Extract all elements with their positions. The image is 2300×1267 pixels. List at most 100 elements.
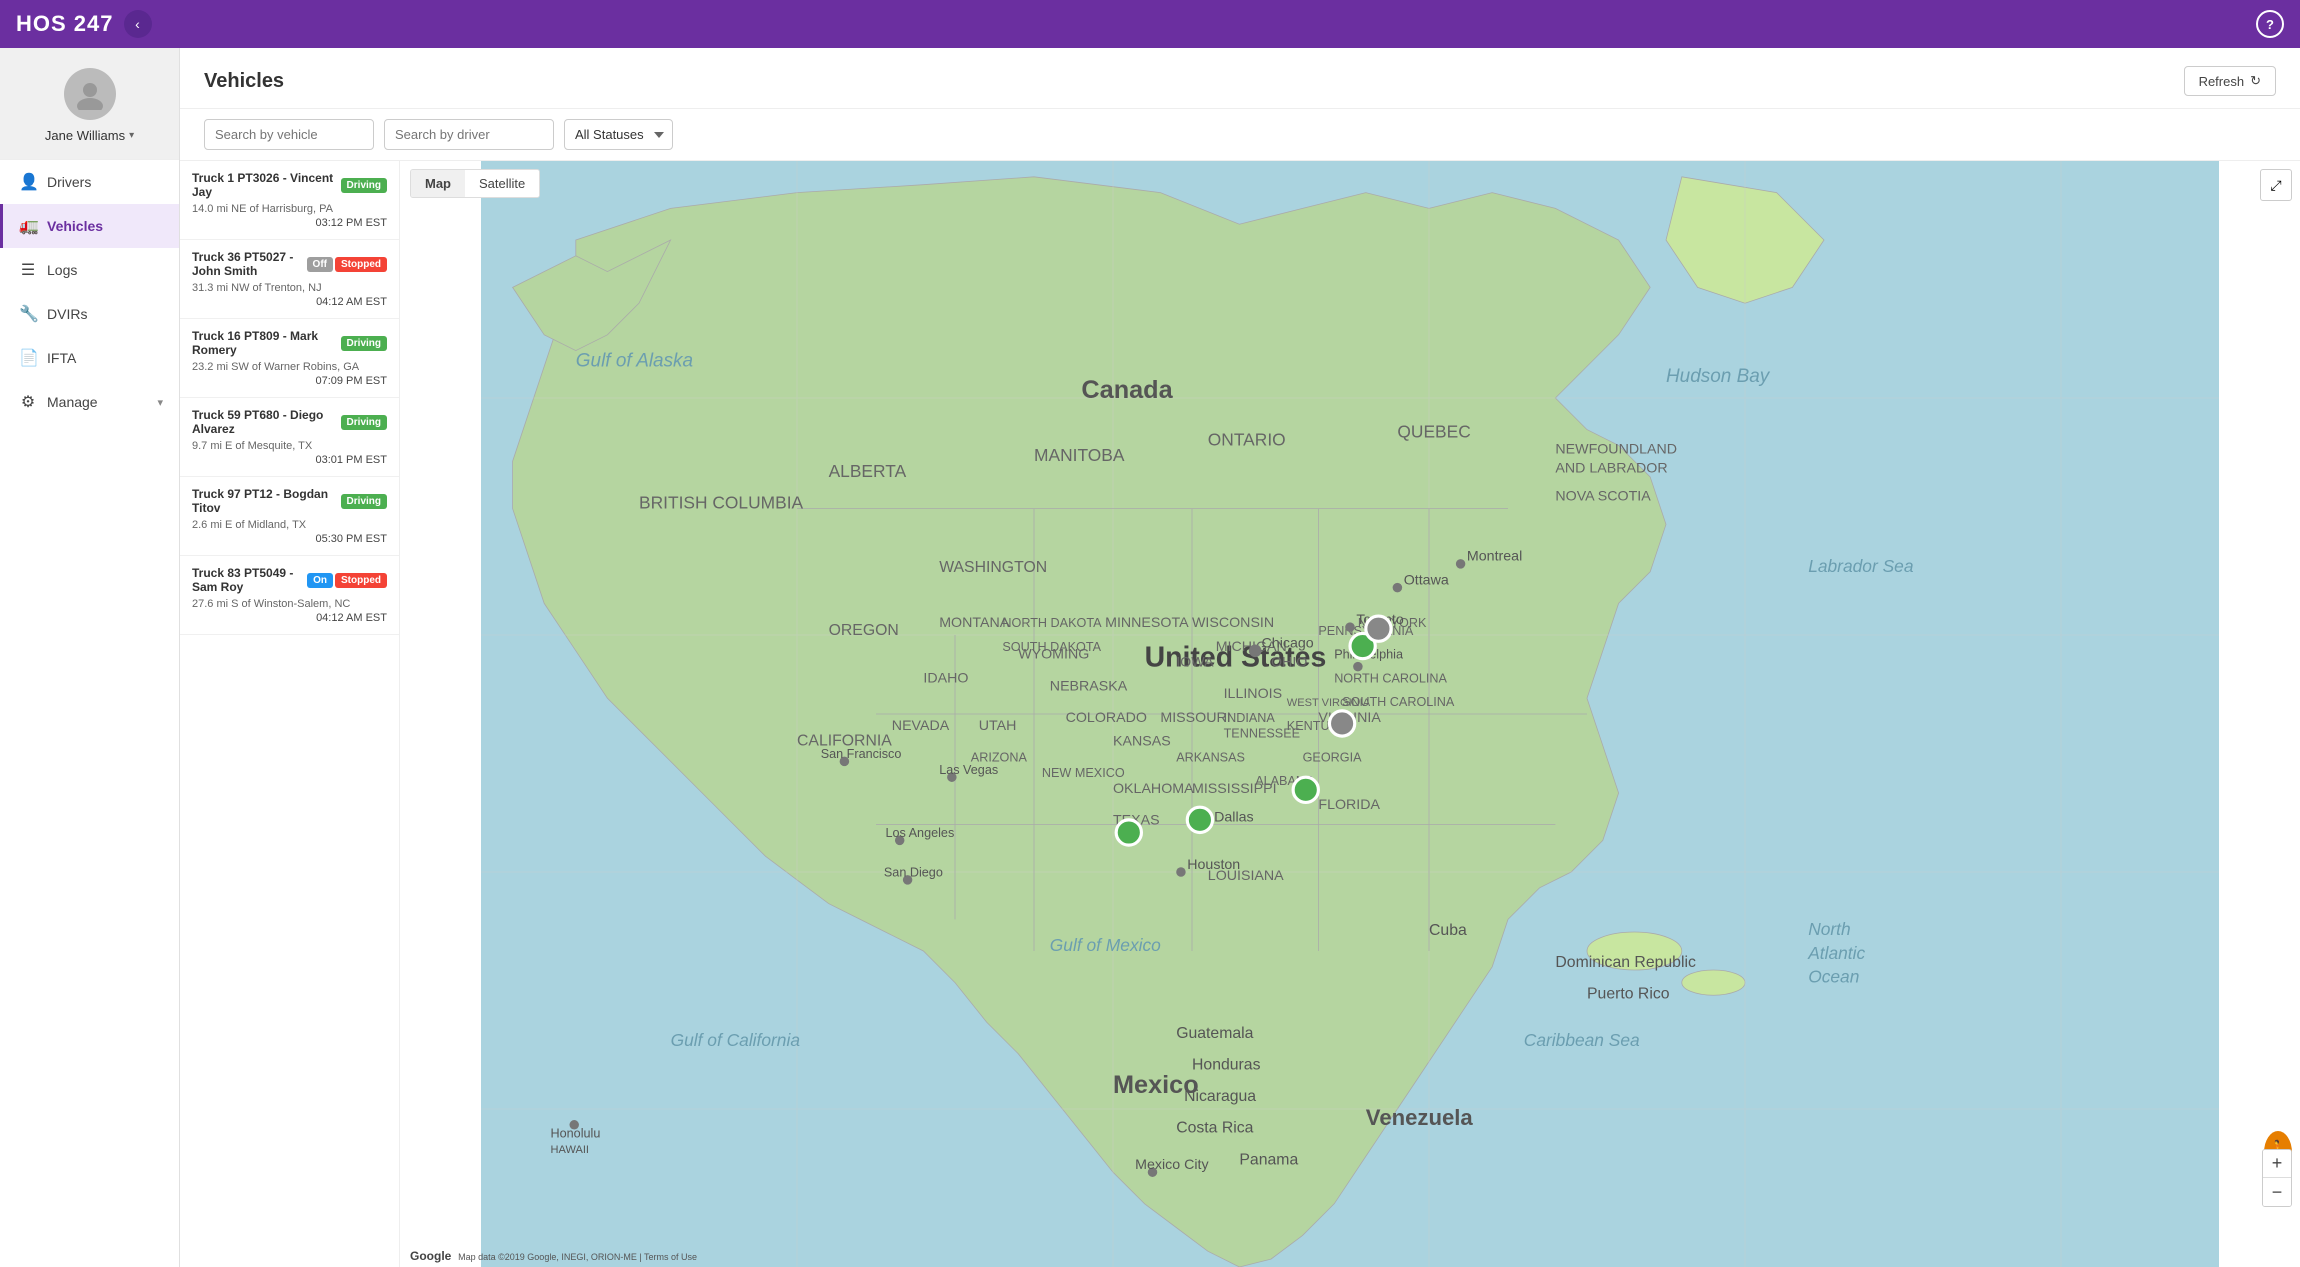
svg-text:Guatemala: Guatemala	[1176, 1025, 1253, 1042]
sidebar-item-vehicles[interactable]: 🚛 Vehicles	[0, 204, 179, 248]
vehicle-marker-2[interactable]	[1366, 616, 1391, 641]
svg-text:Caribbean Sea: Caribbean Sea	[1524, 1030, 1640, 1050]
sidebar-item-logs[interactable]: ☰ Logs	[0, 248, 179, 292]
svg-text:Gulf of California: Gulf of California	[671, 1030, 801, 1050]
help-button[interactable]: ?	[2256, 10, 2284, 38]
map-container: Canada United States Mexico BRITISH COLU…	[400, 161, 2300, 1267]
svg-text:IDAHO: IDAHO	[923, 670, 968, 686]
svg-text:Panama: Panama	[1239, 1151, 1298, 1168]
toronto-dot	[1345, 622, 1354, 631]
svg-text:ALBERTA: ALBERTA	[829, 461, 907, 481]
vehicles-icon: 🚛	[19, 216, 37, 236]
status-filter-select[interactable]: All Statuses Driving Off Duty Stopped On…	[564, 119, 673, 150]
svg-text:NEBRASKA: NEBRASKA	[1050, 678, 1128, 694]
svg-text:MINNESOTA: MINNESOTA	[1105, 615, 1189, 631]
table-row[interactable]: Truck 83 PT5049 - Sam Roy On Stopped 27.…	[180, 556, 399, 635]
sidebar-item-label-ifta: IFTA	[47, 350, 76, 366]
search-driver-input[interactable]	[384, 119, 554, 150]
content-header: Vehicles Refresh ↻	[180, 48, 2300, 109]
table-row[interactable]: Truck 36 PT5027 - John Smith Off Stopped…	[180, 240, 399, 319]
svg-text:ILLINOIS: ILLINOIS	[1224, 686, 1282, 702]
status-badge: Stopped	[335, 257, 387, 272]
sidebar-item-drivers[interactable]: 👤 Drivers	[0, 160, 179, 204]
vehicle-location: 23.2 mi SW of Warner Robins, GA	[192, 361, 387, 373]
map-attribution: Map data ©2019 Google, INEGI, ORION-ME |…	[458, 1252, 697, 1262]
map-tab-satellite[interactable]: Satellite	[465, 170, 539, 197]
svg-text:OKLAHOMA: OKLAHOMA	[1113, 781, 1194, 797]
svg-text:Ottawa: Ottawa	[1404, 572, 1449, 588]
filter-bar: All Statuses Driving Off Duty Stopped On…	[180, 109, 2300, 161]
vehicle-name: Truck 83 PT5049 - Sam Roy	[192, 566, 301, 594]
svg-text:Dominican Republic: Dominican Republic	[1555, 954, 1696, 971]
zoom-out-button[interactable]: −	[2263, 1178, 2291, 1206]
svg-text:NOVA SCOTIA: NOVA SCOTIA	[1555, 489, 1651, 505]
sidebar: Jane Williams ▾ 👤 Drivers 🚛 Vehicles ☰ L…	[0, 48, 180, 1267]
map-tabs: Map Satellite	[410, 169, 540, 198]
status-badge: On	[307, 573, 333, 588]
sidebar-item-manage[interactable]: ⚙ Manage ▾	[0, 380, 179, 424]
refresh-label: Refresh	[2199, 74, 2245, 89]
sidebar-item-label-dvirs: DVIRs	[47, 306, 87, 322]
svg-text:OHIO: OHIO	[1271, 655, 1307, 671]
ifta-icon: 📄	[19, 348, 37, 368]
vehicle-marker-6[interactable]	[1329, 711, 1354, 736]
table-row[interactable]: Truck 59 PT680 - Diego Alvarez Driving 9…	[180, 398, 399, 477]
sidebar-item-dvirs[interactable]: 🔧 DVIRs	[0, 292, 179, 336]
svg-text:Puerto Rico: Puerto Rico	[1587, 985, 1670, 1002]
map-svg: Canada United States Mexico BRITISH COLU…	[400, 161, 2300, 1267]
refresh-button[interactable]: Refresh ↻	[2184, 66, 2276, 96]
svg-text:NEW MEXICO: NEW MEXICO	[1042, 766, 1125, 780]
svg-text:Honolulu: Honolulu	[551, 1126, 601, 1140]
map-area: Map Satellite ⤢	[400, 161, 2300, 1267]
svg-text:COLORADO: COLORADO	[1066, 710, 1147, 726]
drivers-icon: 👤	[19, 172, 37, 192]
status-badge: Driving	[341, 178, 387, 193]
svg-text:OREGON: OREGON	[829, 622, 899, 639]
back-button[interactable]: ‹	[124, 10, 152, 38]
app-title: HOS 247	[16, 11, 114, 37]
main-layout: Jane Williams ▾ 👤 Drivers 🚛 Vehicles ☰ L…	[0, 48, 2300, 1267]
svg-text:IOWA: IOWA	[1176, 655, 1214, 671]
svg-text:NORTH CAROLINA: NORTH CAROLINA	[1334, 671, 1447, 685]
content-area: Vehicles Refresh ↻ All Statuses Driving …	[180, 48, 2300, 1267]
svg-text:Chicago: Chicago	[1262, 636, 1314, 652]
username[interactable]: Jane Williams ▾	[45, 128, 134, 143]
svg-text:BRITISH COLUMBIA: BRITISH COLUMBIA	[639, 493, 804, 513]
zoom-in-button[interactable]: +	[2263, 1150, 2291, 1178]
table-row[interactable]: Truck 16 PT809 - Mark Romery Driving 23.…	[180, 319, 399, 398]
page-title: Vehicles	[204, 70, 284, 93]
vehicle-name: Truck 16 PT809 - Mark Romery	[192, 329, 335, 357]
vehicle-time: 05:30 PM EST	[315, 533, 387, 545]
svg-text:KANSAS: KANSAS	[1113, 734, 1171, 750]
chicago-dot	[1249, 644, 1262, 657]
vehicle-time: 07:09 PM EST	[315, 375, 387, 387]
table-row[interactable]: Truck 97 PT12 - Bogdan Titov Driving 2.6…	[180, 477, 399, 556]
fullscreen-button[interactable]: ⤢	[2260, 169, 2292, 201]
svg-text:Nicaragua: Nicaragua	[1184, 1088, 1256, 1105]
montreal-dot	[1456, 559, 1465, 568]
vehicle-marker-5[interactable]	[1116, 820, 1141, 845]
vehicle-marker-3[interactable]	[1293, 777, 1318, 802]
svg-text:Cuba: Cuba	[1429, 922, 1467, 939]
svg-text:Gulf of Alaska: Gulf of Alaska	[576, 350, 693, 371]
google-logo: Google	[410, 1249, 451, 1263]
svg-text:SOUTH DAKOTA: SOUTH DAKOTA	[1002, 640, 1101, 654]
vehicle-location: 9.7 mi E of Mesquite, TX	[192, 440, 387, 452]
svg-text:Los Angeles: Los Angeles	[885, 826, 954, 840]
svg-text:Labrador Sea: Labrador Sea	[1808, 556, 1914, 576]
search-vehicle-input[interactable]	[204, 119, 374, 150]
svg-text:FLORIDA: FLORIDA	[1318, 797, 1380, 813]
svg-text:INDIANA: INDIANA	[1224, 711, 1276, 725]
svg-text:AND LABRADOR: AND LABRADOR	[1555, 460, 1667, 476]
manage-chevron-icon: ▾	[157, 396, 163, 409]
vehicle-marker-4[interactable]	[1187, 807, 1212, 832]
table-row[interactable]: Truck 1 PT3026 - Vincent Jay Driving 14.…	[180, 161, 399, 240]
vehicle-name: Truck 36 PT5027 - John Smith	[192, 250, 301, 278]
sidebar-item-ifta[interactable]: 📄 IFTA	[0, 336, 179, 380]
map-tab-map[interactable]: Map	[411, 170, 465, 197]
status-badge: Driving	[341, 336, 387, 351]
user-section: Jane Williams ▾	[0, 48, 179, 160]
vehicle-location: 2.6 mi E of Midland, TX	[192, 519, 387, 531]
svg-text:Houston: Houston	[1187, 857, 1240, 873]
sidebar-item-label-vehicles: Vehicles	[47, 218, 103, 234]
